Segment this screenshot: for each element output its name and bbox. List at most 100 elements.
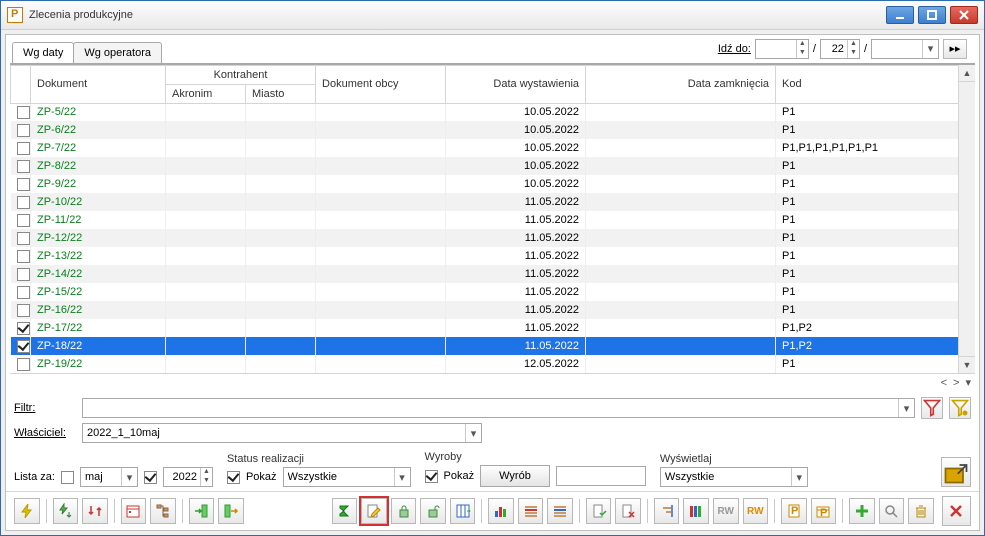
- titlebar[interactable]: Zlecenia produkcyjne: [1, 1, 984, 30]
- edit-highlighted-button[interactable]: [361, 498, 387, 524]
- chevron-down-icon[interactable]: ▾: [791, 468, 807, 486]
- month-combo[interactable]: ▾: [80, 467, 138, 487]
- col-kod[interactable]: Kod: [776, 65, 975, 103]
- col-akronim[interactable]: Akronim: [166, 84, 246, 103]
- table-row[interactable]: ZP-12/2211.05.2022P1: [11, 229, 975, 247]
- doc-link[interactable]: ZP-13/22: [37, 250, 82, 262]
- status-show-checkbox[interactable]: [227, 471, 240, 484]
- minimize-button[interactable]: [886, 6, 914, 24]
- filtr-combo[interactable]: ▾: [82, 398, 915, 418]
- doc-x-icon[interactable]: [615, 498, 641, 524]
- doc-link[interactable]: ZP-11/22: [37, 214, 81, 226]
- doc-link[interactable]: ZP-18/22: [37, 340, 82, 352]
- goto-field-3[interactable]: ▾: [871, 39, 939, 59]
- filter-settings-button[interactable]: [949, 397, 971, 419]
- doc-check-icon[interactable]: [586, 498, 612, 524]
- wyrob-button[interactable]: Wyrób: [480, 465, 550, 487]
- scroll-down-icon[interactable]: ▼: [959, 356, 975, 373]
- status-input[interactable]: [284, 468, 394, 486]
- row-checkbox[interactable]: [17, 178, 30, 191]
- doc-link[interactable]: ZP-8/22: [37, 160, 76, 172]
- horizontal-scrollbar[interactable]: < > ▾: [10, 373, 975, 391]
- doc-link[interactable]: ZP-7/22: [37, 142, 76, 154]
- p-calendar-icon[interactable]: P: [811, 498, 837, 524]
- chevron-down-icon[interactable]: ▾: [465, 424, 481, 442]
- wyrob-value-input[interactable]: [556, 466, 646, 486]
- close-panel-button[interactable]: [942, 496, 971, 526]
- table-row[interactable]: ZP-11/2211.05.2022P1: [11, 211, 975, 229]
- col-miasto[interactable]: Miasto: [246, 84, 316, 103]
- goto-input-2[interactable]: [821, 40, 847, 58]
- table-row[interactable]: ZP-5/2210.05.2022P1: [11, 103, 975, 121]
- books-icon[interactable]: [683, 498, 709, 524]
- table-row[interactable]: ZP-9/2210.05.2022P1: [11, 175, 975, 193]
- doc-link[interactable]: ZP-6/22: [37, 124, 76, 136]
- col-data-zamk[interactable]: Data zamknięcia: [586, 65, 776, 103]
- table-row[interactable]: ZP-8/2210.05.2022P1: [11, 157, 975, 175]
- bolt-down-icon[interactable]: [53, 498, 79, 524]
- calendar-icon[interactable]: [121, 498, 147, 524]
- table-row[interactable]: ZP-16/2211.05.2022P1: [11, 301, 975, 319]
- row-checkbox[interactable]: [17, 196, 30, 209]
- row-checkbox[interactable]: [17, 214, 30, 227]
- sigma-icon[interactable]: [332, 498, 358, 524]
- doc-link[interactable]: ZP-5/22: [37, 106, 76, 118]
- search-button[interactable]: [879, 498, 905, 524]
- lock-closed-icon[interactable]: [391, 498, 417, 524]
- tab-by-operator[interactable]: Wg operatora: [73, 42, 162, 63]
- arrow-out-icon[interactable]: [218, 498, 244, 524]
- scroll-right-icon[interactable]: >: [953, 377, 959, 389]
- export-button[interactable]: [941, 457, 971, 487]
- row-checkbox[interactable]: [17, 304, 30, 317]
- wlasciciel-input[interactable]: [83, 424, 465, 442]
- bar-chart-icon[interactable]: [488, 498, 514, 524]
- rw-gray-icon[interactable]: RW: [713, 498, 739, 524]
- goto-field-1[interactable]: ▲▼: [755, 39, 809, 59]
- filter-apply-button[interactable]: [921, 397, 943, 419]
- table-row[interactable]: ZP-18/2211.05.2022P1,P2: [11, 337, 975, 355]
- add-button[interactable]: [849, 498, 875, 524]
- tab-by-date[interactable]: Wg daty: [12, 42, 74, 63]
- swap-icon[interactable]: [82, 498, 108, 524]
- table-row[interactable]: ZP-10/2211.05.2022P1: [11, 193, 975, 211]
- chevron-down-icon[interactable]: ▾: [394, 468, 410, 486]
- rows-blue-icon[interactable]: [547, 498, 573, 524]
- rw-orange-icon[interactable]: RW: [743, 498, 769, 524]
- row-checkbox[interactable]: [17, 340, 30, 353]
- table-row[interactable]: ZP-15/2211.05.2022P1: [11, 283, 975, 301]
- table-row[interactable]: ZP-7/2210.05.2022P1,P1,P1,P1,P1,P1: [11, 139, 975, 157]
- filtr-input[interactable]: [83, 399, 898, 417]
- year-checkbox[interactable]: [144, 471, 157, 484]
- doc-link[interactable]: ZP-9/22: [37, 178, 76, 190]
- doc-link[interactable]: ZP-14/22: [37, 268, 82, 280]
- col-dok-obcy[interactable]: Dokument obcy: [316, 65, 446, 103]
- vertical-scrollbar[interactable]: ▲ ▼: [958, 65, 975, 374]
- delete-button[interactable]: [908, 498, 934, 524]
- p-doc-icon[interactable]: P: [781, 498, 807, 524]
- doc-link[interactable]: ZP-10/22: [37, 196, 82, 208]
- tree-icon[interactable]: [150, 498, 176, 524]
- goto-input-1[interactable]: [756, 40, 796, 58]
- row-checkbox[interactable]: [17, 322, 30, 335]
- wyroby-show-checkbox[interactable]: [425, 470, 438, 483]
- bolt-icon[interactable]: [14, 498, 40, 524]
- goto-input-3[interactable]: [872, 40, 922, 58]
- row-checkbox[interactable]: [17, 286, 30, 299]
- row-checkbox[interactable]: [17, 232, 30, 245]
- col-data-wyst[interactable]: Data wystawienia: [446, 65, 586, 103]
- rows-red-icon[interactable]: [518, 498, 544, 524]
- table-row[interactable]: ZP-19/2212.05.2022P1: [11, 355, 975, 373]
- maximize-button[interactable]: [918, 6, 946, 24]
- year-spin[interactable]: ▲▼: [163, 467, 213, 487]
- doc-link[interactable]: ZP-19/22: [37, 358, 82, 370]
- year-input[interactable]: [164, 468, 200, 486]
- status-combo[interactable]: ▾: [283, 467, 411, 487]
- row-checkbox[interactable]: [17, 250, 30, 263]
- table-row[interactable]: ZP-14/2211.05.2022P1: [11, 265, 975, 283]
- doc-link[interactable]: ZP-16/22: [37, 304, 82, 316]
- month-checkbox[interactable]: [61, 471, 74, 484]
- scroll-end-icon[interactable]: ▾: [965, 376, 971, 389]
- scroll-left-icon[interactable]: <: [941, 377, 947, 389]
- wlasciciel-combo[interactable]: ▾: [82, 423, 482, 443]
- goto-next-button[interactable]: ▸▸: [943, 39, 967, 59]
